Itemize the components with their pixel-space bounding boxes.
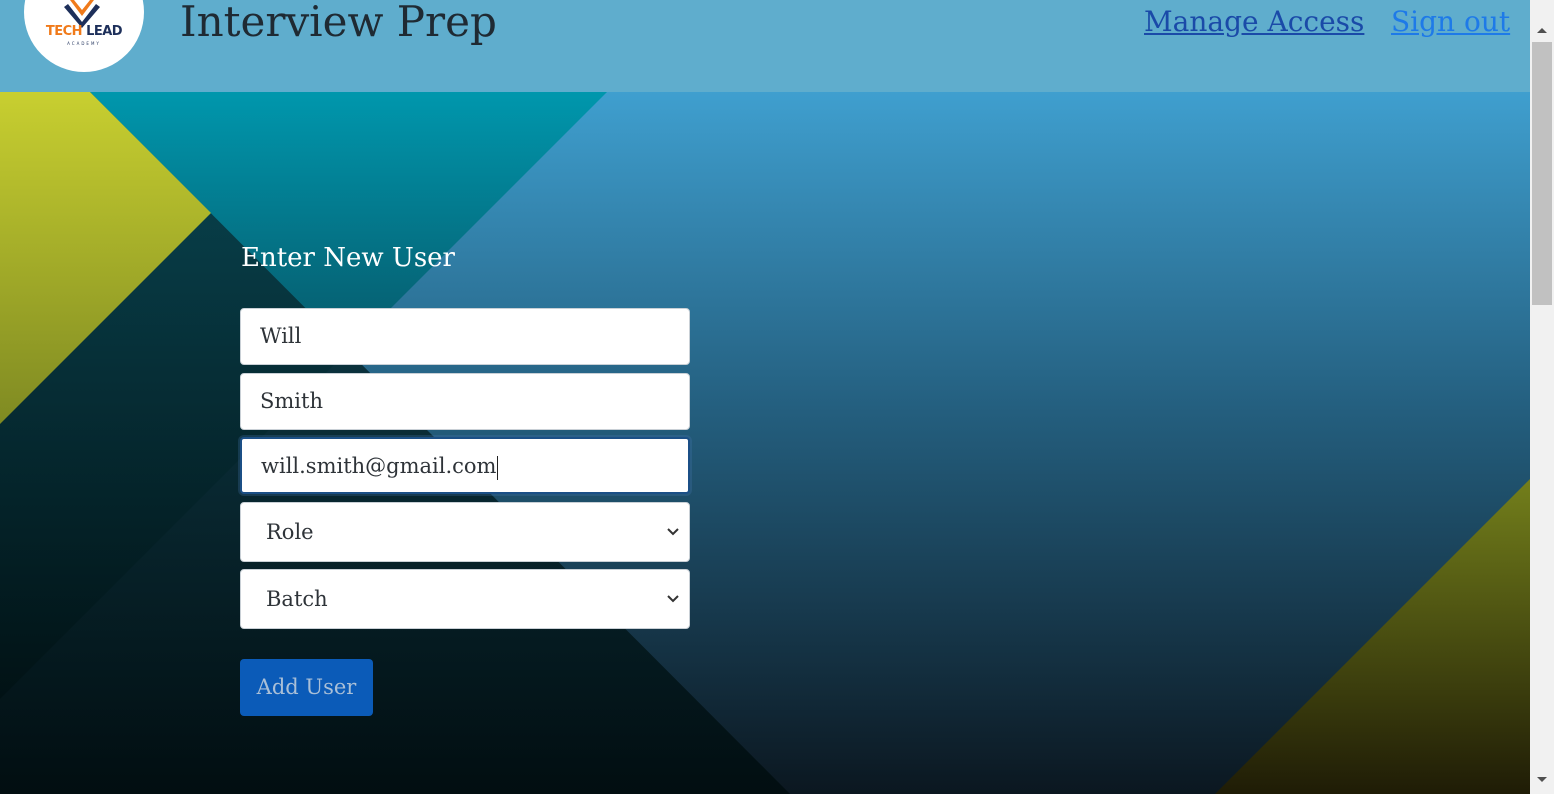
last-name-input[interactable]: Smith — [240, 373, 690, 430]
top-header: TECH LEAD ACADEMY Interview Prep Manage … — [0, 0, 1530, 92]
text-caret — [497, 455, 499, 480]
manage-access-link[interactable]: Manage Access — [1144, 2, 1364, 42]
first-name-input[interactable]: Will — [240, 308, 690, 365]
batch-select[interactable]: Batch — [240, 569, 690, 629]
background-graphic — [0, 92, 1530, 794]
role-select[interactable]: Role — [240, 502, 690, 562]
chevron-down-icon — [667, 528, 679, 536]
logo-subtitle: ACADEMY — [67, 41, 101, 46]
form-title: Enter New User — [241, 243, 455, 273]
scroll-down-arrow-icon[interactable] — [1530, 770, 1554, 790]
email-input[interactable]: will.smith@gmail.com — [240, 437, 690, 494]
app-title: Interview Prep — [180, 0, 497, 46]
logo-word-tech: TECH — [45, 24, 83, 39]
first-name-value: Will — [260, 324, 302, 348]
add-user-button[interactable]: Add User — [240, 659, 373, 716]
page: TECH LEAD ACADEMY Interview Prep Manage … — [0, 0, 1554, 794]
batch-selected-value: Batch — [266, 587, 328, 611]
scrollbar-thumb[interactable] — [1532, 42, 1552, 305]
scroll-up-arrow-icon[interactable] — [1530, 20, 1554, 40]
chevron-down-icon — [667, 595, 679, 603]
vertical-scrollbar[interactable] — [1530, 0, 1554, 794]
sign-out-link[interactable]: Sign out — [1391, 2, 1510, 42]
email-value: will.smith@gmail.com — [261, 454, 497, 478]
tech-lead-logo[interactable]: TECH LEAD ACADEMY — [24, 0, 144, 72]
logo-word-lead: LEAD — [86, 24, 123, 39]
last-name-value: Smith — [260, 389, 323, 413]
role-selected-value: Role — [266, 520, 314, 544]
